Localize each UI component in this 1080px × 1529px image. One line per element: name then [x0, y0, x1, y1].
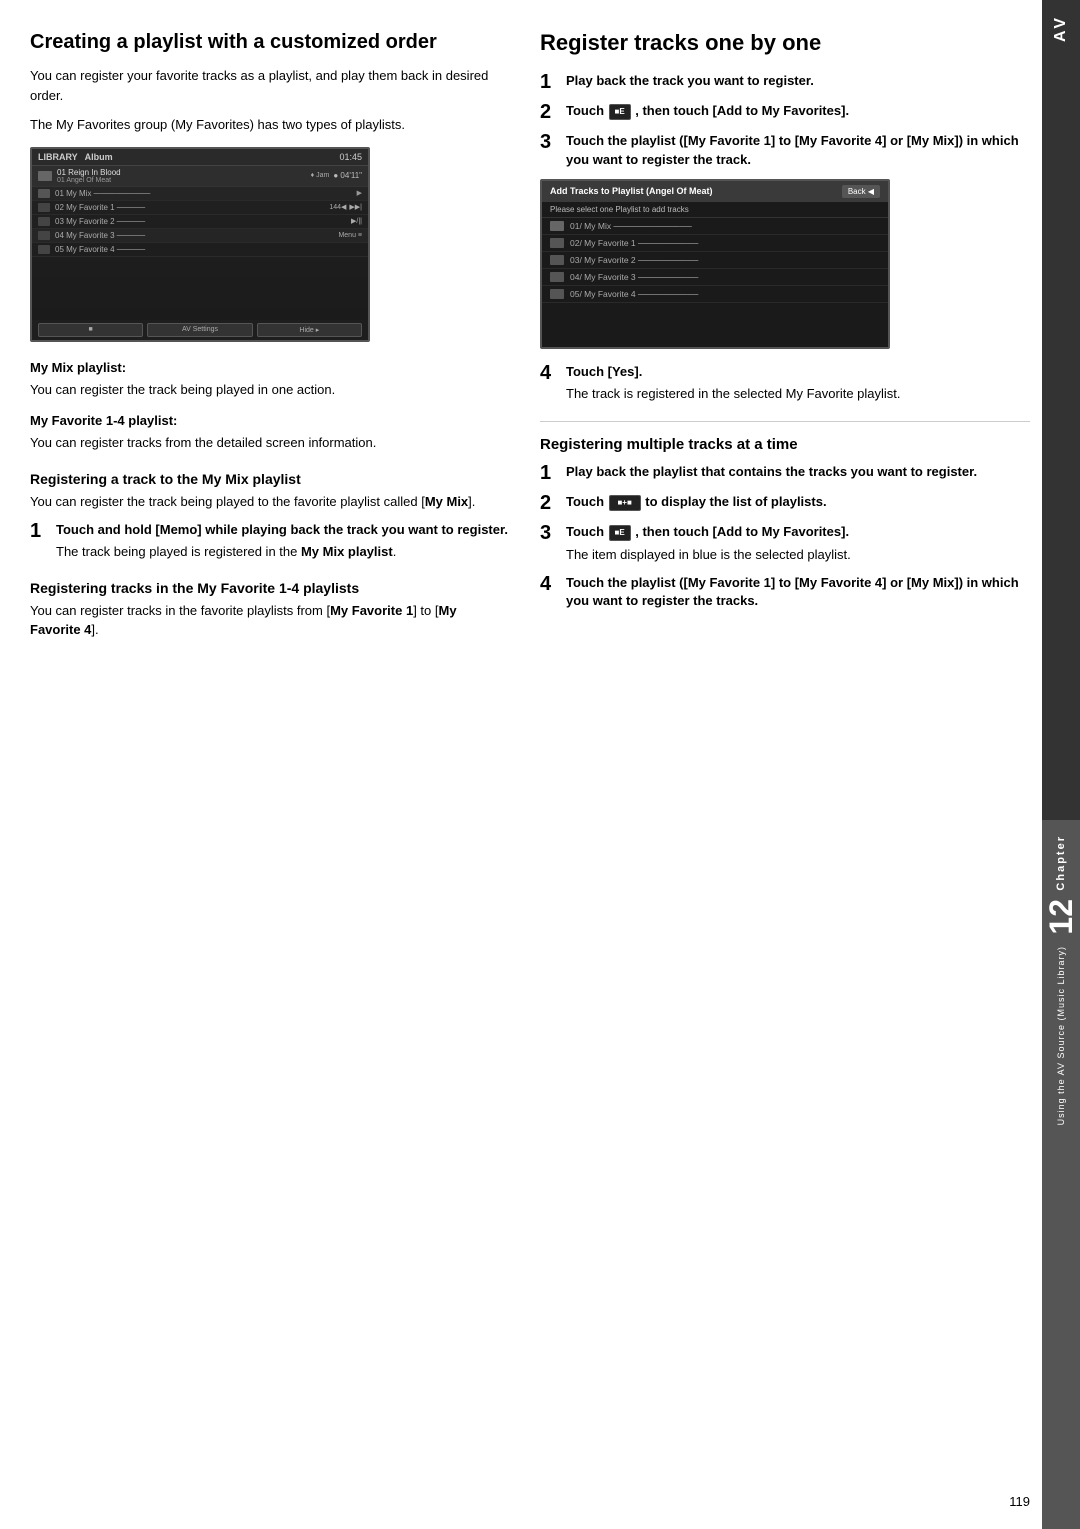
- screenshot-add-tracks: Add Tracks to Playlist (Angel Of Meat) B…: [540, 179, 890, 349]
- mult-step-1: 1 Play back the playlist that contains t…: [540, 463, 1030, 483]
- registering-track-text: You can register the track being played …: [30, 492, 510, 512]
- source-label: Using the AV Source (Music Library): [1056, 946, 1066, 1125]
- my-favorite-text: You can register tracks from the detaile…: [30, 433, 510, 453]
- right-step1-main: Play back the track you want to register…: [566, 72, 1030, 90]
- av-label: AV: [1052, 15, 1070, 42]
- mult-step3-sub: The item displayed in blue is the select…: [566, 545, 1030, 565]
- av-sidebar: AV: [1042, 0, 1080, 820]
- ss2-title: Add Tracks to Playlist (Angel Of Meat): [550, 186, 713, 196]
- left-step1-main: Touch and hold [Memo] while playing back…: [56, 521, 510, 539]
- ss2-item-2: 03/ My Favorite 2 ──────────: [542, 252, 888, 269]
- ss2-item-1: 02/ My Favorite 1 ──────────: [542, 235, 888, 252]
- ss2-item-3: 04/ My Favorite 3 ──────────: [542, 269, 888, 286]
- registering-multiple-title: Registering multiple tracks at a time: [540, 421, 1030, 453]
- ss2-item-4: 05/ My Favorite 4 ──────────: [542, 286, 888, 303]
- right-step2-add-fav: Add to My Favorites: [717, 103, 841, 118]
- left-step1-sub: The track being played is registered in …: [56, 542, 510, 562]
- left-column: Creating a playlist with a customized or…: [30, 30, 510, 1499]
- ss2-subtitle: Please select one Playlist to add tracks: [542, 202, 888, 218]
- mult-step-4: 4 Touch the playlist ([My Favorite 1] to…: [540, 574, 1030, 610]
- mult-step-2: 2 Touch ■+■ to display the list of playl…: [540, 493, 1030, 513]
- ss2-item-0: 01/ My Mix ─────────────: [542, 218, 888, 235]
- my-favorite-label: My Favorite 1-4 playlist:: [30, 413, 510, 428]
- chapter-sidebar: Chapter 12 Using the AV Source (Music Li…: [1042, 820, 1080, 1529]
- right-step-3: 3 Touch the playlist ([My Favorite 1] to…: [540, 132, 1030, 168]
- mult-step4-main: Touch the playlist ([My Favorite 1] to […: [566, 574, 1030, 610]
- right-column: Register tracks one by one 1 Play back t…: [540, 30, 1030, 1499]
- chapter-label: Chapter: [1055, 835, 1067, 891]
- intro-text-2: The My Favorites group (My Favorites) ha…: [30, 115, 510, 135]
- my-mix-text: You can register the track being played …: [30, 380, 510, 400]
- left-section-title: Creating a playlist with a customized or…: [30, 30, 510, 54]
- right-step4-main: Touch [Yes].: [566, 363, 1030, 381]
- left-step-1: 1 Touch and hold [Memo] while playing ba…: [30, 521, 510, 562]
- ss2-back-btn: Back ◀: [842, 185, 880, 198]
- icon-playlist-list: ■+■: [609, 495, 641, 511]
- icon-memo: ■E: [609, 104, 631, 120]
- right-step-1: 1 Play back the track you want to regist…: [540, 72, 1030, 92]
- icon-add-fav: ■E: [609, 525, 631, 541]
- right-step3-main: Touch the playlist ([My Favorite 1] to […: [566, 132, 1030, 168]
- registering-track-title: Registering a track to the My Mix playli…: [30, 471, 510, 487]
- registering-my-favorite-title: Registering tracks in the My Favorite 1-…: [30, 580, 510, 596]
- right-step-4: 4 Touch [Yes]. The track is registered i…: [540, 363, 1030, 404]
- content-area: Creating a playlist with a customized or…: [0, 0, 1042, 1529]
- registering-my-favorite-text: You can register tracks in the favorite …: [30, 601, 510, 640]
- right-step4-sub: The track is registered in the selected …: [566, 384, 1030, 404]
- mult-step1-main: Play back the playlist that contains the…: [566, 463, 1030, 481]
- my-mix-label: My Mix playlist:: [30, 360, 510, 375]
- chapter-number: 12: [1043, 899, 1080, 935]
- screenshot-library: LIBRARY Album 01:45 01 Reign In Blood 01…: [30, 147, 370, 342]
- intro-text-1: You can register your favorite tracks as…: [30, 66, 510, 105]
- right-step-2: 2 Touch ■E , then touch [Add to My Favor…: [540, 102, 1030, 122]
- page-number: 119: [1009, 1494, 1030, 1509]
- mult-step-3: 3 Touch ■E , then touch [Add to My Favor…: [540, 523, 1030, 564]
- right-section-title: Register tracks one by one: [540, 30, 1030, 56]
